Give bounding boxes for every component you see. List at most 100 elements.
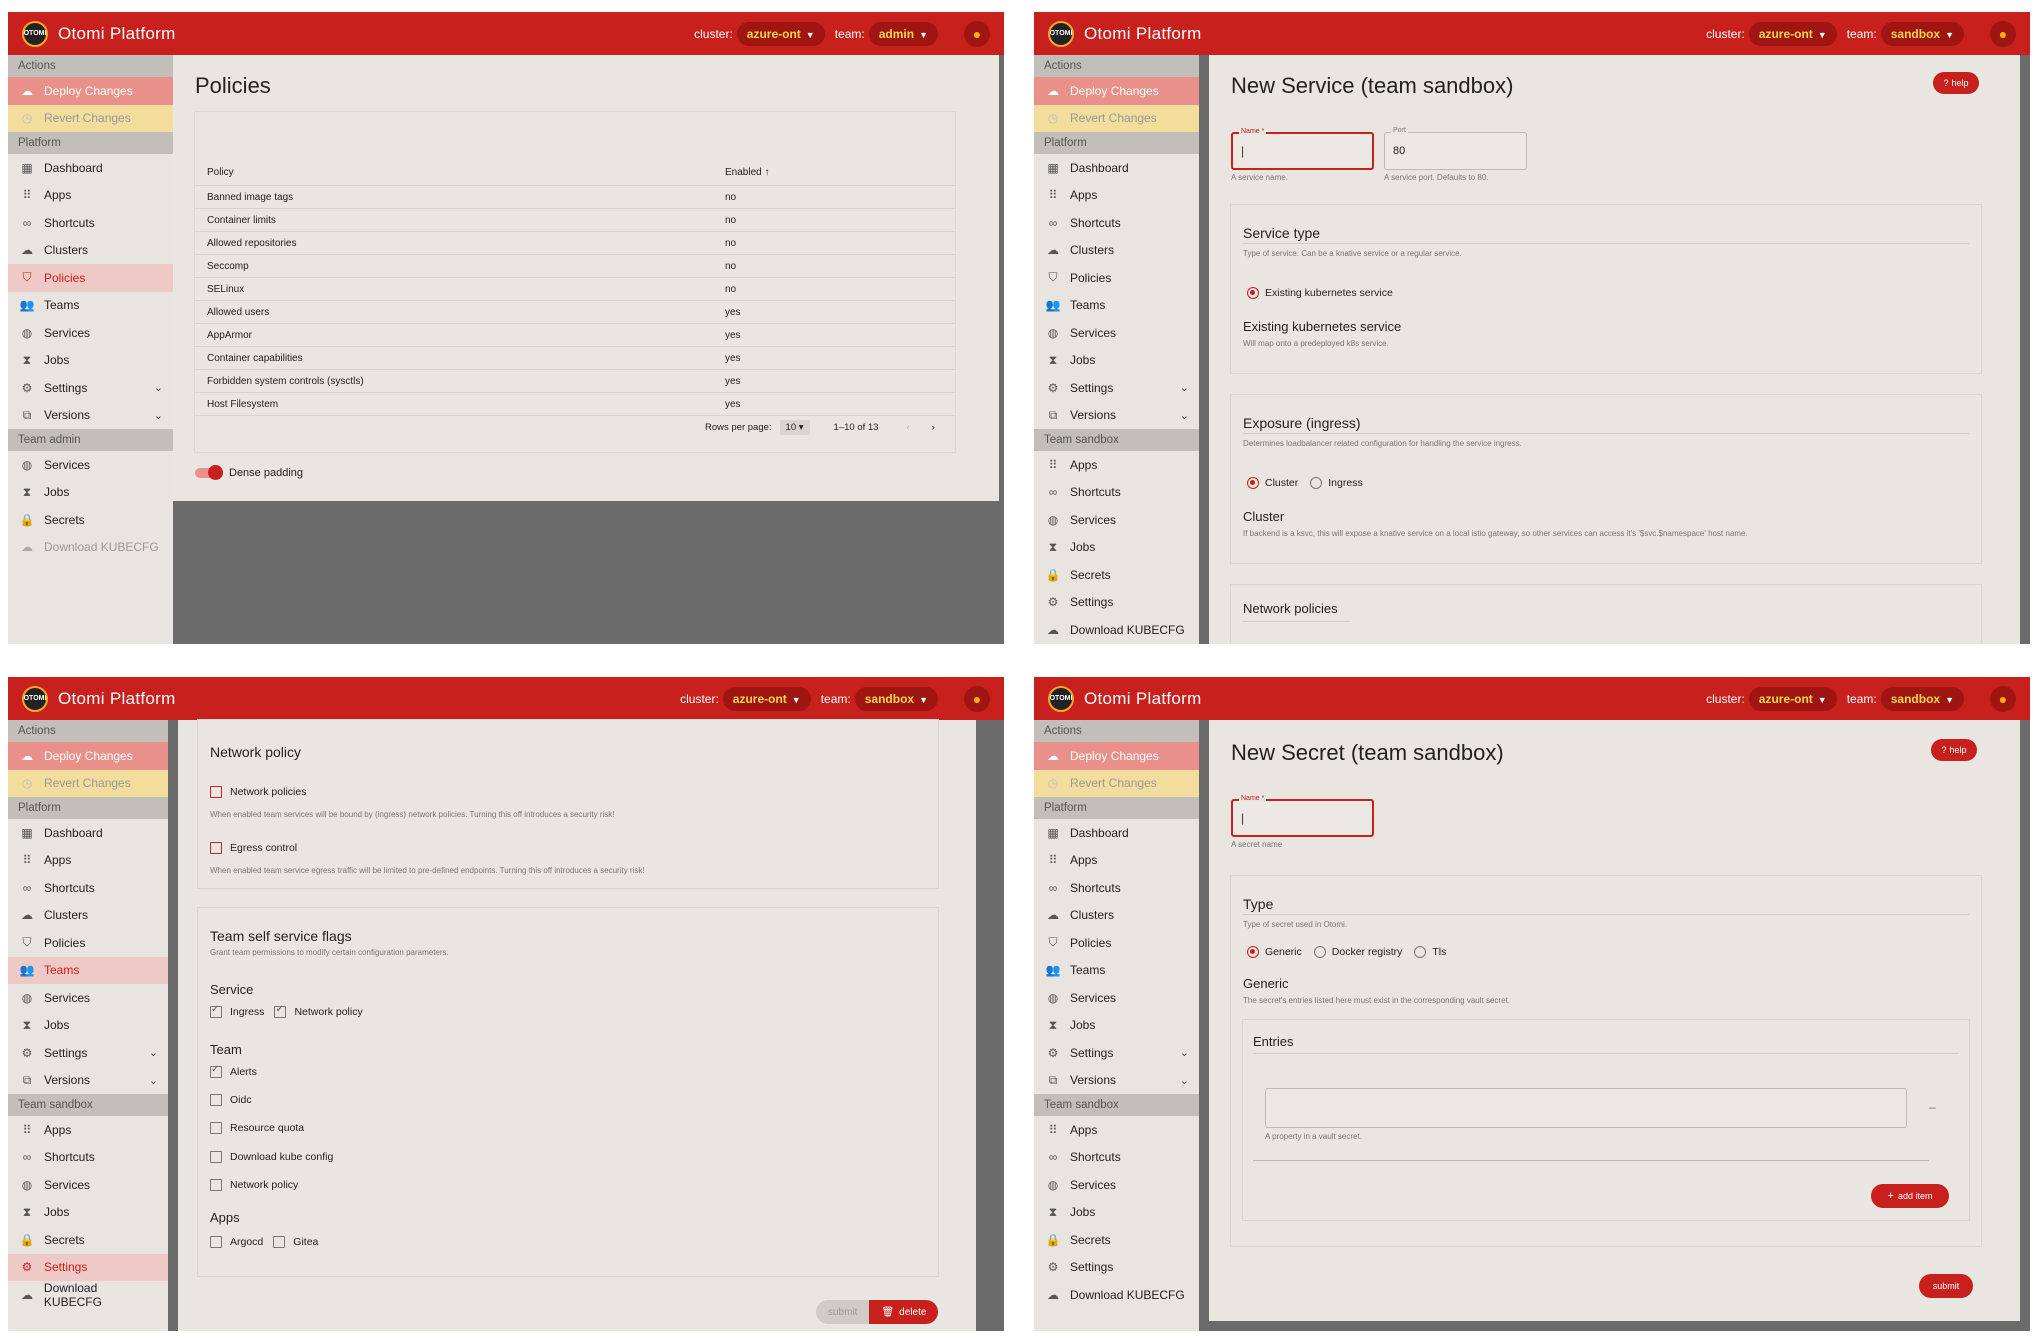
- resource-quota-checkbox[interactable]: Resource quota: [210, 1122, 304, 1134]
- deploy-changes-button[interactable]: ☁ Deploy Changes: [1034, 77, 1199, 105]
- sidebar-item-versions[interactable]: ⧉ Versions ⌄: [1034, 1067, 1199, 1095]
- otomi-logo[interactable]: OTOMI: [22, 685, 48, 712]
- team-select[interactable]: sandbox ▼: [854, 686, 938, 711]
- user-avatar-icon[interactable]: ●: [1990, 20, 2016, 47]
- revert-changes-button[interactable]: ◷ Revert Changes: [1034, 769, 1199, 797]
- radio-docker-registry[interactable]: Docker registry: [1313, 946, 1402, 958]
- table-row[interactable]: Forbidden system controls (sysctls) yes: [195, 370, 955, 393]
- sidebar-item-dashboard[interactable]: ▦ Dashboard: [1034, 154, 1199, 182]
- sidebar-item-policies[interactable]: ⛉ Policies: [8, 929, 168, 957]
- team-select[interactable]: sandbox ▼: [1880, 21, 1964, 46]
- submit-button[interactable]: submit: [816, 1300, 870, 1324]
- sidebar-item-policies[interactable]: ⛉ Policies: [1034, 264, 1199, 292]
- col-enabled[interactable]: Enabled ↑: [725, 167, 955, 178]
- sidebar-item-versions[interactable]: ⧉ Versions ⌄: [8, 1067, 168, 1095]
- sidebar-item-team-services[interactable]: ◍ Services: [1034, 1171, 1199, 1199]
- sidebar-item-team-apps[interactable]: ⠿ Apps: [1034, 1116, 1199, 1144]
- secret-name-field[interactable]: Name * |: [1231, 795, 1374, 837]
- sidebar-item-settings[interactable]: ⚙ Settings ⌄: [8, 1039, 168, 1067]
- rows-per-page-select[interactable]: 10 ▾: [779, 420, 810, 435]
- sidebar-item-settings[interactable]: ⚙ Settings ⌄: [1034, 374, 1199, 402]
- sidebar-item-clusters[interactable]: ☁ Clusters: [1034, 237, 1199, 265]
- sidebar-item-jobs[interactable]: ⧗ Jobs: [1034, 347, 1199, 375]
- radio-tls[interactable]: Tls: [1414, 946, 1446, 958]
- sidebar-item-jobs[interactable]: ⧗ Jobs: [1034, 1012, 1199, 1040]
- otomi-logo[interactable]: OTOMI: [1048, 685, 1074, 712]
- next-page-icon[interactable]: ›: [932, 422, 935, 433]
- name-field[interactable]: Name * |: [1231, 128, 1374, 170]
- oidc-checkbox[interactable]: Oidc: [210, 1094, 252, 1106]
- table-row[interactable]: AppArmor yes: [195, 324, 955, 347]
- sidebar-item-apps[interactable]: ⠿ Apps: [1034, 847, 1199, 875]
- table-row[interactable]: Container limits no: [195, 209, 955, 232]
- entry-input[interactable]: [1265, 1088, 1907, 1128]
- cluster-select[interactable]: azure-ont ▼: [1748, 21, 1837, 46]
- sidebar-item-secrets[interactable]: 🔒 Secrets: [1034, 1226, 1199, 1254]
- sidebar-item-clusters[interactable]: ☁ Clusters: [1034, 902, 1199, 930]
- radio-generic[interactable]: Generic: [1247, 946, 1302, 958]
- sidebar-item-apps[interactable]: ⠿ Apps: [1034, 182, 1199, 210]
- sidebar-item-clusters[interactable]: ☁ Clusters: [8, 902, 168, 930]
- sidebar-item-teams[interactable]: 👥 Teams: [8, 956, 168, 984]
- sidebar-item-team-jobs[interactable]: ⧗ Jobs: [1034, 534, 1199, 562]
- prev-page-icon[interactable]: ‹: [906, 422, 909, 433]
- sidebar-item-team-settings[interactable]: ⚙ Settings: [1034, 589, 1199, 617]
- table-row[interactable]: Allowed repositories no: [195, 232, 955, 255]
- sidebar-item-shortcuts[interactable]: ∞ Shortcuts: [8, 209, 173, 237]
- sidebar-item-team-services[interactable]: ◍ Services: [8, 1171, 168, 1199]
- table-row[interactable]: SELinux no: [195, 278, 955, 301]
- user-avatar-icon[interactable]: ●: [1990, 685, 2016, 712]
- sidebar-item-team-services[interactable]: ◍ Services: [8, 451, 173, 479]
- cluster-select[interactable]: azure-ont ▼: [1748, 686, 1837, 711]
- sidebar-item-teams[interactable]: 👥 Teams: [1034, 292, 1199, 320]
- sidebar-item-secrets[interactable]: 🔒 Secrets: [1034, 561, 1199, 589]
- sidebar-item-jobs[interactable]: ⧗ Jobs: [8, 347, 173, 375]
- sidebar-item-dashboard[interactable]: ▦ Dashboard: [8, 154, 173, 182]
- sidebar-item-teams[interactable]: 👥 Teams: [1034, 957, 1199, 985]
- sidebar-item-versions[interactable]: ⧉ Versions ⌄: [1034, 402, 1199, 430]
- sidebar-item-team-shortcuts[interactable]: ∞ Shortcuts: [8, 1144, 168, 1172]
- radio-existing[interactable]: Existing kubernetes service: [1247, 287, 1393, 299]
- sidebar-item-team-settings[interactable]: ⚙ Settings: [8, 1253, 168, 1281]
- sidebar-item-dashboard[interactable]: ▦ Dashboard: [1034, 819, 1199, 847]
- table-row[interactable]: Container capabilities yes: [195, 347, 955, 370]
- deploy-changes-button[interactable]: ☁ Deploy Changes: [8, 77, 173, 105]
- table-row[interactable]: Allowed users yes: [195, 301, 955, 324]
- team-select[interactable]: sandbox ▼: [1880, 686, 1964, 711]
- sidebar-item-jobs[interactable]: ⧗ Jobs: [8, 1012, 168, 1040]
- user-avatar-icon[interactable]: ●: [964, 685, 990, 712]
- delete-button[interactable]: 🗑 delete: [869, 1300, 939, 1324]
- sidebar-item-services[interactable]: ◍ Services: [1034, 319, 1199, 347]
- sidebar-item-team-settings[interactable]: ⚙ Settings: [1034, 1254, 1199, 1282]
- sidebar-item-settings[interactable]: ⚙ Settings ⌄: [1034, 1039, 1199, 1067]
- egress-control-checkbox[interactable]: Egress control: [210, 842, 297, 854]
- sidebar-item-services[interactable]: ◍ Services: [8, 984, 168, 1012]
- col-policy[interactable]: Policy: [195, 167, 725, 178]
- sidebar-item-versions[interactable]: ⧉ Versions ⌄: [8, 402, 173, 430]
- team-network-policy-checkbox[interactable]: Network policy: [210, 1179, 298, 1191]
- download-kubecfg-button[interactable]: ☁ Download KUBECFG: [1034, 1281, 1199, 1309]
- download-kube-config-checkbox[interactable]: Download kube config: [210, 1151, 333, 1163]
- port-field[interactable]: Port 80: [1384, 127, 1527, 170]
- otomi-logo[interactable]: OTOMI: [1048, 20, 1074, 47]
- sidebar-item-settings[interactable]: ⚙ Settings ⌄: [8, 374, 173, 402]
- sidebar-item-secrets[interactable]: 🔒 Secrets: [8, 506, 173, 534]
- sidebar-item-teams[interactable]: 👥 Teams: [8, 292, 173, 320]
- deploy-changes-button[interactable]: ☁ Deploy Changes: [1034, 742, 1199, 770]
- sidebar-item-team-jobs[interactable]: ⧗ Jobs: [1034, 1199, 1199, 1227]
- sidebar-item-team-shortcuts[interactable]: ∞ Shortcuts: [1034, 1144, 1199, 1172]
- sidebar-item-policies[interactable]: ⛉ Policies: [8, 264, 173, 292]
- toggle-switch[interactable]: [195, 465, 223, 480]
- download-kubecfg-button[interactable]: ☁ Download KUBECFG: [8, 1281, 168, 1309]
- team-select[interactable]: admin ▼: [868, 21, 938, 46]
- sidebar-item-clusters[interactable]: ☁ Clusters: [8, 237, 173, 265]
- download-kubecfg-button[interactable]: ☁ Download KUBECFG: [8, 534, 173, 562]
- download-kubecfg-button[interactable]: ☁ Download KUBECFG: [1034, 616, 1199, 644]
- sidebar-item-team-shortcuts[interactable]: ∞ Shortcuts: [1034, 479, 1199, 507]
- remove-entry-icon[interactable]: –: [1929, 1100, 1936, 1114]
- sidebar-item-team-apps[interactable]: ⠿ Apps: [8, 1116, 168, 1144]
- table-row[interactable]: Banned image tags no: [195, 186, 955, 209]
- sidebar-item-services[interactable]: ◍ Services: [1034, 984, 1199, 1012]
- alerts-checkbox[interactable]: Alerts: [210, 1064, 257, 1078]
- sidebar-item-policies[interactable]: ⛉ Policies: [1034, 929, 1199, 957]
